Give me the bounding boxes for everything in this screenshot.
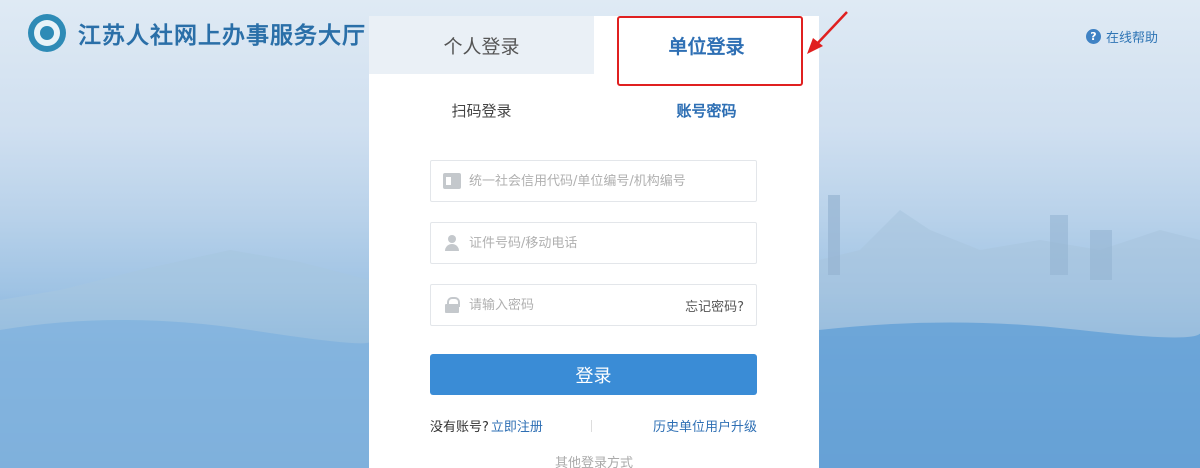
site-logo-icon xyxy=(28,14,66,52)
org-code-input[interactable] xyxy=(469,173,756,189)
tab-personal-login[interactable]: 个人登录 xyxy=(369,16,594,74)
highlight-box xyxy=(617,16,803,86)
link-divider xyxy=(590,419,592,432)
tab-qr-login[interactable]: 扫码登录 xyxy=(369,100,594,121)
id-phone-input[interactable] xyxy=(469,235,756,251)
id-card-icon xyxy=(443,173,461,189)
lock-icon xyxy=(443,297,461,313)
login-button[interactable]: 登录 xyxy=(430,354,757,395)
help-label: 在线帮助 xyxy=(1105,31,1158,46)
history-upgrade-link[interactable]: 历史单位用户升级 xyxy=(653,416,757,435)
red-arrow-icon xyxy=(807,11,848,54)
account-links: 没有账号? 立即注册 历史单位用户升级 xyxy=(430,416,757,435)
site-title: 江苏人社网上办事服务大厅 xyxy=(78,22,366,49)
question-icon: ? xyxy=(1085,29,1101,44)
id-phone-field[interactable] xyxy=(430,222,757,264)
site-brand[interactable]: 江苏人社网上办事服务大厅 xyxy=(28,14,366,52)
tab-account-password[interactable]: 账号密码 xyxy=(594,100,819,121)
login-method-tabs: 扫码登录 账号密码 xyxy=(369,100,819,121)
password-input[interactable] xyxy=(469,297,686,313)
org-code-field[interactable] xyxy=(430,160,757,202)
no-account-text: 没有账号? xyxy=(430,420,489,435)
password-field[interactable]: 忘记密码? xyxy=(430,284,757,326)
forgot-password-link[interactable]: 忘记密码? xyxy=(685,296,744,315)
other-login-methods[interactable]: 其他登录方式 xyxy=(369,452,819,468)
register-link[interactable]: 立即注册 xyxy=(491,416,543,435)
user-icon xyxy=(443,235,461,251)
online-help-link[interactable]: ? 在线帮助 xyxy=(1085,27,1158,46)
